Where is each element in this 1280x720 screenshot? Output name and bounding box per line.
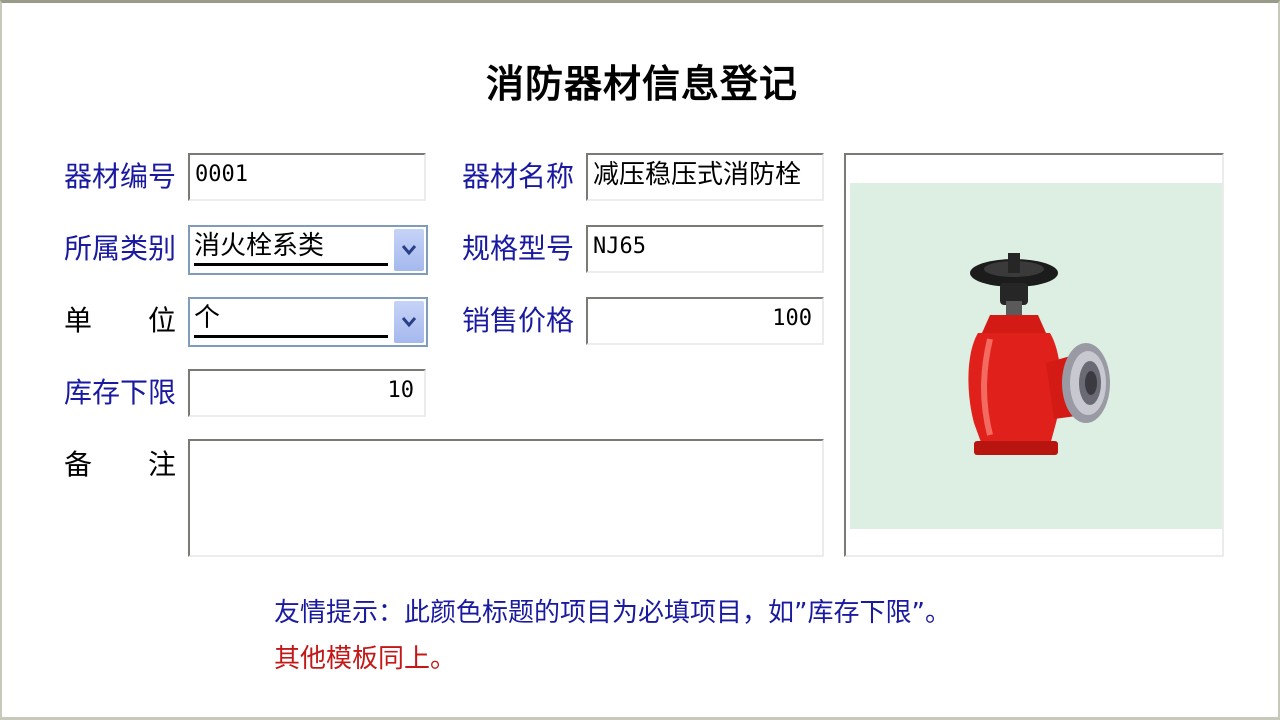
equipment-photo [850, 183, 1222, 529]
unit-label-char-1: 单 [64, 304, 93, 337]
remark-label-char-2: 注 [147, 448, 176, 481]
hint-templates: 其他模板同上。 [274, 644, 457, 674]
remark-label: 备 注 [64, 445, 176, 485]
chevron-down-icon [401, 245, 417, 256]
category-select[interactable]: 消火栓系类 [188, 225, 428, 275]
page-title: 消防器材信息登记 [485, 62, 798, 106]
unit-select[interactable]: 个 [188, 297, 428, 347]
unit-select-value: 个 [194, 301, 388, 338]
unit-label-char-2: 位 [147, 304, 176, 337]
remark-textarea[interactable] [188, 439, 824, 557]
sale-price-label: 销售价格 [462, 304, 575, 337]
fire-hydrant-image [968, 253, 1110, 455]
min-stock-label: 库存下限 [64, 376, 177, 409]
equipment-code-label: 器材编号 [64, 160, 177, 193]
unit-label: 单 位 [64, 301, 176, 341]
spec-model-label: 规格型号 [462, 232, 575, 265]
form-window: 消防器材信息登记 器材编号 0001 器材名称 减压稳压式消防栓 所属类别 消火… [0, 0, 1280, 720]
min-stock-input[interactable]: 10 [188, 369, 426, 417]
equipment-code-input[interactable]: 0001 [188, 153, 426, 201]
category-select-value: 消火栓系类 [194, 229, 388, 266]
equipment-photo-frame[interactable] [844, 153, 1224, 557]
remark-label-char-1: 备 [64, 448, 93, 481]
sale-price-input[interactable]: 100 [586, 297, 824, 345]
unit-dropdown-button[interactable] [393, 300, 425, 344]
equipment-name-label: 器材名称 [462, 160, 575, 193]
category-dropdown-button[interactable] [393, 228, 425, 272]
category-label: 所属类别 [64, 232, 177, 265]
spec-model-input[interactable]: NJ65 [586, 225, 824, 273]
equipment-name-input[interactable]: 减压稳压式消防栓 [586, 153, 824, 201]
hint-required-fields: 友情提示：此颜色标题的项目为必填项目，如”库存下限”。 [274, 598, 951, 628]
chevron-down-icon [401, 317, 417, 328]
